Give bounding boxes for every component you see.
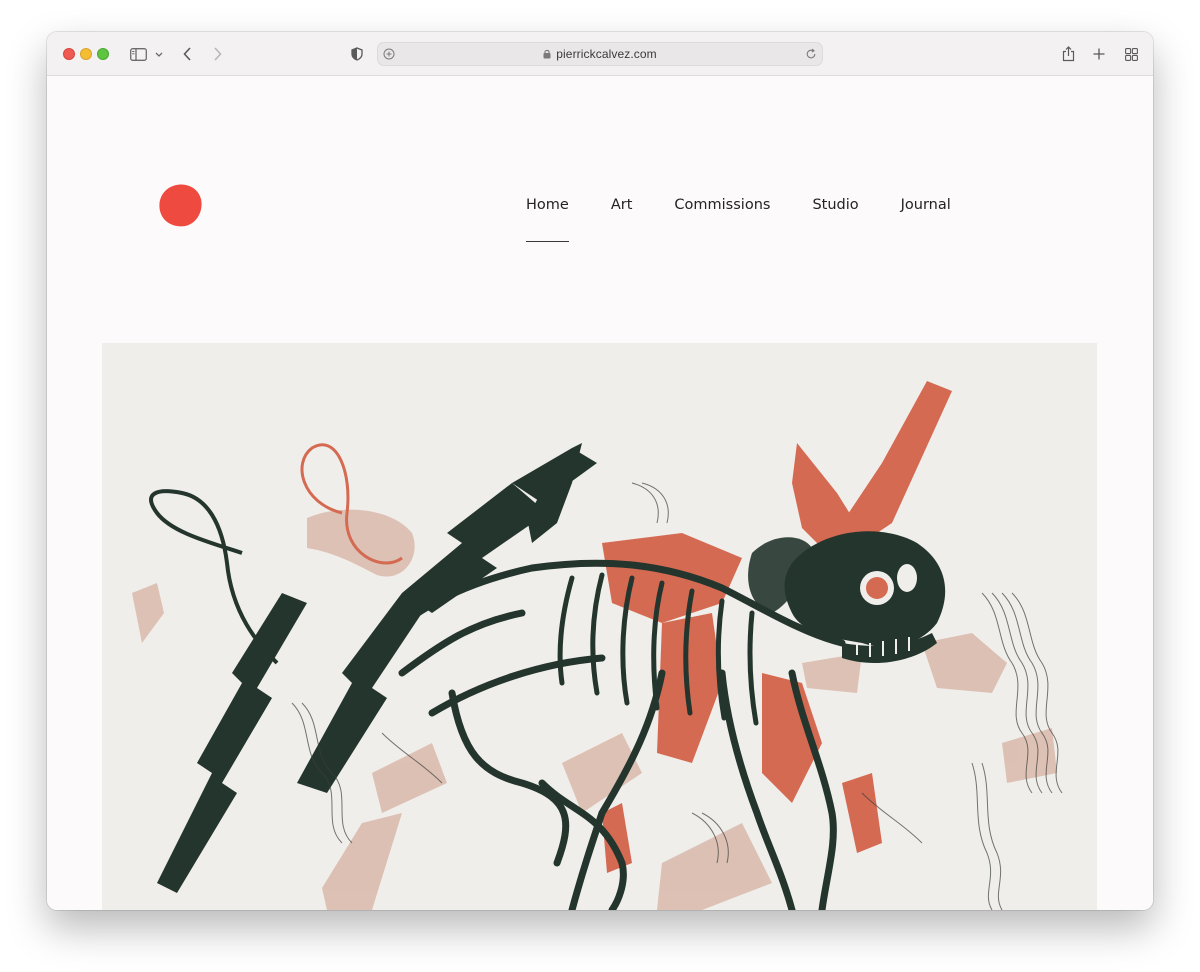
new-tab-icon (1093, 48, 1105, 60)
reload-icon[interactable] (805, 48, 817, 60)
privacy-report-button[interactable] (347, 42, 367, 66)
sidebar-menu-button[interactable] (153, 42, 165, 66)
minimize-window-button[interactable] (80, 48, 92, 60)
browser-toolbar: pierrickcalvez.com (47, 32, 1153, 76)
share-icon (1062, 46, 1074, 62)
close-window-button[interactable] (63, 48, 75, 60)
back-icon (182, 47, 191, 61)
forward-button[interactable] (208, 42, 226, 66)
chevron-down-icon (155, 52, 163, 57)
shield-icon (351, 47, 363, 61)
site-logo[interactable] (158, 183, 203, 228)
tab-overview-icon (1124, 47, 1138, 61)
hero-artwork (102, 343, 1097, 910)
skeleton-illustration (132, 381, 1063, 910)
main-nav: Home Art Commissions Studio Journal (526, 197, 951, 242)
back-button[interactable] (178, 42, 196, 66)
browser-window: pierrickcalvez.com Home Art Commissions … (47, 32, 1153, 910)
forward-icon (213, 47, 222, 61)
nav-home[interactable]: Home (526, 197, 569, 242)
tab-overview-button[interactable] (1122, 42, 1140, 66)
nav-art[interactable]: Art (611, 197, 633, 213)
nav-studio[interactable]: Studio (812, 197, 858, 213)
zoom-window-button[interactable] (97, 48, 109, 60)
url-text: pierrickcalvez.com (556, 47, 657, 61)
sidebar-toggle-button[interactable] (127, 42, 149, 66)
lock-icon (543, 49, 551, 59)
web-page: Home Art Commissions Studio Journal (47, 77, 1153, 910)
nav-journal[interactable]: Journal (901, 197, 951, 213)
sidebar-icon (129, 47, 147, 61)
address-bar[interactable]: pierrickcalvez.com (377, 42, 823, 66)
share-button[interactable] (1059, 42, 1077, 66)
new-tab-button[interactable] (1090, 42, 1108, 66)
nav-commissions[interactable]: Commissions (674, 197, 770, 213)
url-display: pierrickcalvez.com (378, 47, 822, 61)
